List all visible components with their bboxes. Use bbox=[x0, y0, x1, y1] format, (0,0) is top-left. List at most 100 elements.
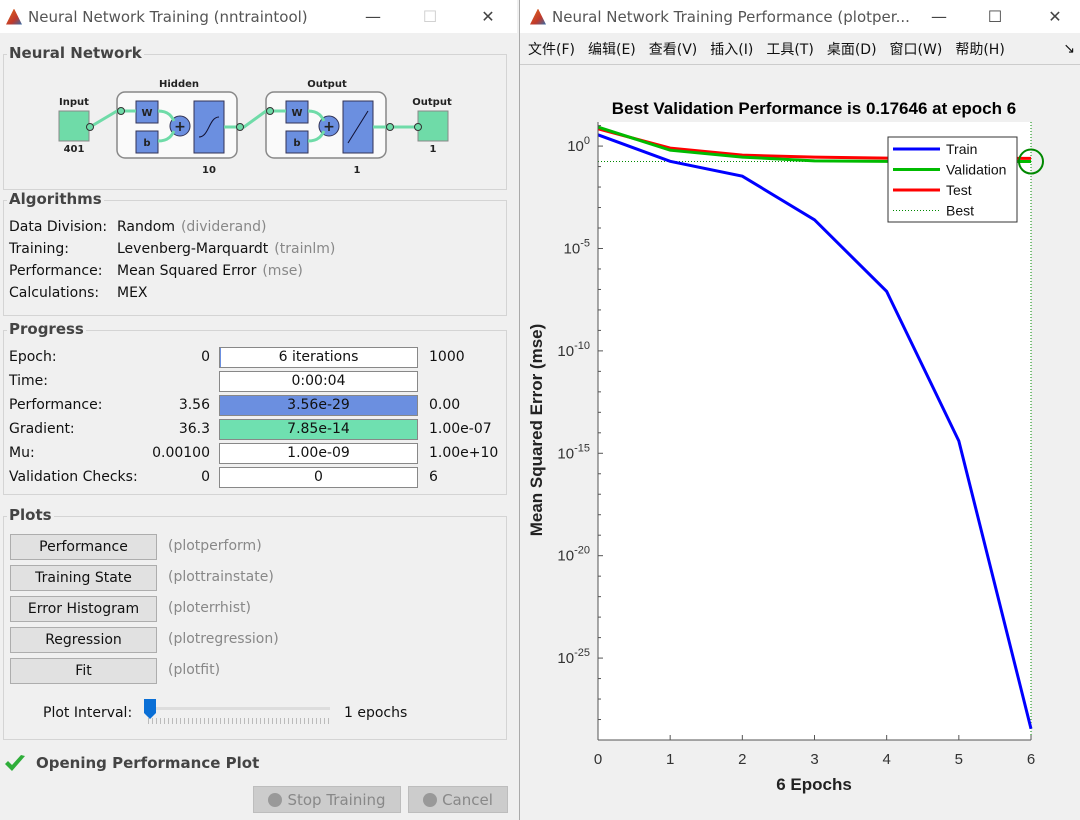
svg-text:+: + bbox=[323, 119, 335, 135]
progress-end-epoch: 1000 bbox=[429, 349, 465, 365]
maximize-button[interactable]: ☐ bbox=[972, 0, 1018, 33]
menu-item[interactable]: 桌面(D) bbox=[827, 39, 877, 59]
hidden-label: Hidden bbox=[159, 79, 199, 90]
output-layer-size: 1 bbox=[354, 165, 361, 176]
progress-label-time: Time: bbox=[9, 373, 48, 389]
progress-current-mu: 1.00e-09 bbox=[287, 445, 350, 461]
hidden-b-label: b bbox=[143, 138, 150, 149]
progress-end-mu: 1.00e+10 bbox=[429, 445, 499, 461]
y-tick-label: 10-20 bbox=[557, 545, 590, 565]
x-tick-label: 2 bbox=[738, 751, 746, 768]
matlab-logo-icon bbox=[6, 8, 22, 25]
plot-fit-button[interactable]: Fit bbox=[10, 658, 157, 684]
cancel-label: Cancel bbox=[442, 790, 493, 809]
stop-training-button[interactable]: Stop Training bbox=[253, 786, 401, 813]
y-tick-label: 10-15 bbox=[557, 442, 590, 462]
algorithm-hint: (dividerand) bbox=[180, 219, 267, 235]
progress-end-performance: 0.00 bbox=[429, 397, 461, 413]
y-tick-exponent: -5 bbox=[580, 237, 590, 249]
algorithm-row-data-division: Data Division: Random (dividerand) bbox=[9, 219, 266, 235]
legend-label-train: Train bbox=[946, 141, 977, 157]
plot-error-histogram-hint: (ploterrhist) bbox=[168, 600, 251, 616]
algorithm-label: Calculations: bbox=[9, 285, 100, 301]
menu-item[interactable]: 查看(V) bbox=[649, 39, 698, 59]
progress-start-mu: 0.00100 bbox=[152, 445, 210, 461]
input-label: Input bbox=[59, 97, 89, 108]
cancel-button[interactable]: Cancel bbox=[408, 786, 508, 813]
x-tick-label: 5 bbox=[955, 751, 963, 768]
plot-training-state-button[interactable]: Training State bbox=[10, 565, 157, 591]
title-bar: Neural Network Training Performance (plo… bbox=[520, 0, 1080, 33]
legend-label-best: Best bbox=[946, 203, 974, 219]
y-tick-label: 10-10 bbox=[557, 340, 590, 360]
maximize-button[interactable]: ☐ bbox=[407, 0, 453, 33]
plot-regression-hint: (plotregression) bbox=[168, 631, 279, 647]
menu-item[interactable]: 编辑(E) bbox=[588, 39, 636, 59]
progress-bar-epoch: 6 iterations bbox=[219, 347, 418, 368]
algorithm-value: Levenberg-Marquardt bbox=[117, 241, 269, 257]
y-tick-base: 10 bbox=[567, 138, 584, 155]
algorithm-row-calculations: Calculations: MEX bbox=[9, 285, 148, 301]
progress-start-gradient: 36.3 bbox=[178, 421, 210, 437]
y-tick-label: 10-25 bbox=[557, 647, 590, 667]
menu-item[interactable]: 文件(F) bbox=[528, 39, 575, 59]
progress-label-performance: Performance: bbox=[9, 397, 103, 413]
hidden-size: 10 bbox=[202, 165, 216, 176]
algorithm-value: Random bbox=[117, 219, 175, 235]
neural-network-group: Neural Network Input 401 Hidden W b + 10… bbox=[3, 44, 507, 190]
close-button[interactable]: ✕ bbox=[1032, 0, 1078, 33]
menu-overflow-icon[interactable]: ↘ bbox=[1063, 41, 1075, 57]
y-tick-base: 10 bbox=[564, 240, 581, 257]
progress-end-validation-checks: 6 bbox=[429, 469, 438, 485]
progress-start-epoch: 0 bbox=[201, 349, 210, 365]
progress-current-performance: 3.56e-29 bbox=[287, 397, 350, 413]
x-tick-label: 1 bbox=[666, 751, 674, 768]
stop-training-label: Stop Training bbox=[287, 790, 386, 809]
menu-item[interactable]: 窗口(W) bbox=[890, 39, 943, 59]
plot-interval-slider[interactable] bbox=[148, 707, 330, 710]
minimize-button[interactable]: — bbox=[916, 0, 962, 33]
x-tick-label: 4 bbox=[882, 751, 890, 768]
menu-item[interactable]: 工具(T) bbox=[766, 39, 813, 59]
plot-performance-hint: (plotperform) bbox=[168, 538, 262, 554]
algorithm-label: Training: bbox=[9, 241, 69, 257]
close-button[interactable]: ✕ bbox=[465, 0, 511, 33]
plot-interval-label: Plot Interval: bbox=[43, 705, 133, 721]
performance-plot-window: Neural Network Training Performance (plo… bbox=[519, 0, 1080, 820]
network-diagram: Input 401 Hidden W b + 10 Output W b + 1… bbox=[58, 79, 452, 176]
output-w-label: W bbox=[291, 108, 302, 119]
performance-chart: Best Validation Performance is 0.17646 a… bbox=[527, 99, 1044, 794]
progress-start-performance: 3.56 bbox=[178, 397, 210, 413]
minimize-button[interactable]: — bbox=[350, 0, 396, 33]
progress-start-validation-checks: 0 bbox=[201, 469, 210, 485]
output-label: Output bbox=[412, 97, 452, 108]
y-tick-exponent: -25 bbox=[574, 647, 590, 659]
y-tick-exponent: -15 bbox=[574, 442, 590, 454]
title-bar: Neural Network Training (nntraintool) — … bbox=[0, 0, 517, 33]
progress-label-gradient: Gradient: bbox=[9, 421, 75, 437]
menu-item[interactable]: 帮助(H) bbox=[955, 39, 1004, 59]
output-b-label: b bbox=[293, 138, 300, 149]
output-layer-label: Output bbox=[307, 79, 347, 90]
plot-error-histogram-button[interactable]: Error Histogram bbox=[10, 596, 157, 622]
progress-current-validation-checks: 0 bbox=[314, 469, 323, 485]
progress-current-epoch: 6 iterations bbox=[278, 349, 359, 365]
window-title: Neural Network Training (nntraintool) bbox=[28, 7, 308, 26]
menu-item[interactable]: 插入(I) bbox=[710, 39, 753, 59]
output-size: 1 bbox=[430, 144, 437, 155]
output-block bbox=[417, 110, 449, 142]
window-title: Neural Network Training Performance (plo… bbox=[552, 7, 910, 26]
algorithm-row-training: Training: Levenberg-Marquardt (trainlm) bbox=[9, 241, 335, 257]
y-tick-label: 100 bbox=[567, 135, 590, 155]
y-tick-base: 10 bbox=[557, 445, 574, 462]
y-axis-label: Mean Squared Error (mse) bbox=[527, 324, 546, 537]
plot-regression-button[interactable]: Regression bbox=[10, 627, 157, 653]
menu-bar: 文件(F) 编辑(E) 查看(V) 插入(I) 工具(T) 桌面(D) 窗口(W) 帮助(H)… bbox=[520, 33, 1080, 64]
legend-label-validation: Validation bbox=[946, 162, 1006, 178]
algorithm-label: Data Division: bbox=[9, 219, 108, 235]
input-block bbox=[58, 110, 90, 142]
input-size: 401 bbox=[64, 144, 85, 155]
plot-performance-button[interactable]: Performance bbox=[10, 534, 157, 560]
algorithm-hint: (trainlm) bbox=[274, 241, 336, 257]
y-tick-exponent: -10 bbox=[574, 340, 590, 352]
